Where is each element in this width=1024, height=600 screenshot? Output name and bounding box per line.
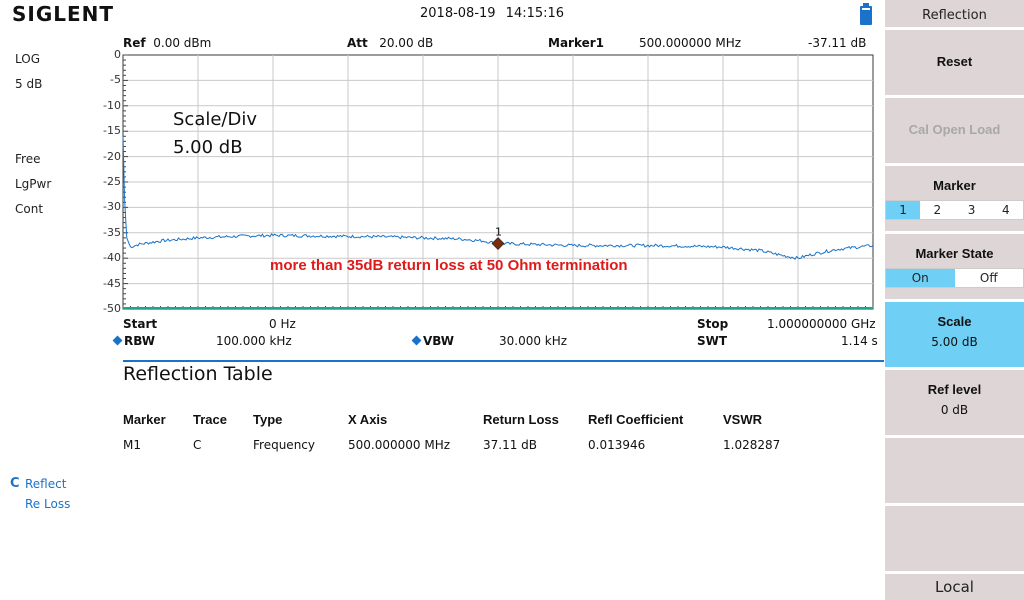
marker-option-1[interactable]: 1: [886, 201, 921, 219]
table-cell-trace: C: [193, 438, 202, 452]
cal-open-load-label: Cal Open Load: [908, 122, 1001, 137]
y-tick-label: 0: [114, 48, 121, 61]
table-cell-type: Frequency: [253, 438, 315, 452]
swt-value: 1.14 s: [841, 334, 878, 348]
ref-label: Ref: [123, 36, 146, 50]
scale-softkey[interactable]: Scale 5.00 dB: [885, 302, 1024, 369]
softkey-panel: Reflection Reset Cal Open Load Marker 1 …: [885, 0, 1024, 600]
vbw-value: 30.000 kHz: [499, 334, 568, 348]
cal-open-load-button[interactable]: Cal Open Load: [885, 98, 1024, 165]
detector-label: LgPwr: [15, 177, 52, 191]
marker-1-number: 1: [495, 226, 502, 239]
marker-state-off[interactable]: Off: [955, 269, 1024, 287]
date-time: 2018-08-19 14:15:16: [420, 6, 565, 21]
scale-softkey-label: Scale: [937, 314, 972, 329]
marker-state-toggle[interactable]: On Off: [885, 268, 1024, 288]
swt-label: SWT: [697, 334, 728, 348]
sweep-mode-label: Cont: [15, 202, 44, 216]
start-label: Start: [123, 317, 158, 331]
reset-label: Reset: [936, 54, 973, 69]
vbw-label[interactable]: VBW: [411, 334, 454, 348]
ref-info: Ref 0.00 dBm: [123, 36, 211, 50]
ref-level-label: Ref level: [927, 382, 982, 397]
marker-selector[interactable]: 1 2 3 4: [885, 200, 1024, 220]
local-button[interactable]: Local: [885, 574, 1024, 600]
siglent-logo: SIGLENT: [12, 2, 115, 26]
section-divider: [123, 360, 884, 362]
att-value: 20.00 dB: [379, 36, 434, 50]
ref-level-value: 0 dB: [940, 403, 969, 417]
table-cell-xaxis: 500.000000 MHz: [348, 438, 451, 452]
scale-softkey-value: 5.00 dB: [931, 335, 978, 349]
stop-label: Stop: [697, 317, 729, 331]
trace-mode-reloss[interactable]: Re Loss: [25, 497, 70, 511]
start-value: 0 Hz: [269, 317, 296, 331]
y-tick-label: -40: [103, 251, 121, 265]
att-label: Att: [347, 36, 368, 50]
col-header-vswr: VSWR: [723, 412, 762, 427]
reset-button[interactable]: Reset: [885, 30, 1024, 97]
y-tick-label: -20: [103, 149, 121, 163]
annotation-text: more than 35dB return loss at 50 Ohm ter…: [270, 257, 628, 274]
col-header-refl-coefficient: Refl Coefficient: [588, 412, 684, 427]
marker-state-label: Marker State: [915, 246, 994, 261]
y-tick-label: -15: [103, 124, 121, 138]
y-tick-label: -10: [103, 98, 121, 112]
marker-amplitude: -37.11 dB: [808, 36, 867, 50]
trace-mode-reflect[interactable]: Reflect: [25, 477, 66, 491]
marker-option-3[interactable]: 3: [955, 201, 989, 219]
marker-option-4[interactable]: 4: [989, 201, 1023, 219]
ref-value: 0.00 dBm: [153, 36, 212, 50]
y-tick-label: -50: [103, 302, 121, 315]
vbw-diamond-icon: [411, 335, 422, 346]
scale-overlay-value: 5.00 dB: [173, 137, 243, 158]
scale-type-label: LOG: [15, 52, 41, 66]
scale-div-label: 5 dB: [15, 77, 43, 91]
rbw-diamond-icon: [112, 335, 123, 346]
marker-frequency: 500.000000 MHz: [639, 36, 742, 50]
scale-overlay: Scale/Div 5.00 dB: [173, 106, 257, 162]
col-header-return-loss: Return Loss: [483, 412, 559, 427]
y-tick-label: -25: [103, 175, 121, 188]
y-tick-label: -5: [110, 73, 121, 87]
softkey-menu-title: Reflection: [885, 0, 1024, 29]
att-info: Att 20.00 dB: [347, 36, 433, 50]
scale-overlay-title: Scale/Div: [173, 109, 258, 130]
empty-softkey-2[interactable]: [885, 506, 1024, 573]
table-cell-vswr: 1.028287: [723, 438, 781, 452]
free-label: Free: [15, 152, 41, 166]
ref-level-softkey[interactable]: Ref level 0 dB: [885, 370, 1024, 437]
rbw-label[interactable]: RBW: [112, 334, 155, 348]
col-header-type: Type: [253, 412, 283, 427]
marker-state-on[interactable]: On: [886, 269, 955, 287]
y-tick-label: -35: [103, 225, 121, 239]
trace-letter[interactable]: C: [10, 476, 20, 491]
col-header-xaxis: X Axis: [348, 412, 388, 427]
reflection-table-title: Reflection Table: [123, 363, 273, 385]
stop-value: 1.000000000 GHz: [767, 317, 876, 331]
table-cell-refl-coefficient: 0.013946: [588, 438, 646, 452]
marker-softkey-label: Marker: [933, 178, 976, 193]
col-header-trace: Trace: [193, 412, 227, 427]
table-cell-marker: M1: [123, 438, 141, 452]
empty-softkey-1[interactable]: [885, 438, 1024, 505]
marker-label: Marker1: [548, 36, 605, 50]
table-cell-return-loss: 37.11 dB: [483, 438, 538, 452]
y-tick-label: -45: [103, 276, 121, 290]
battery-icon: [860, 3, 872, 25]
marker-option-2[interactable]: 2: [920, 201, 954, 219]
y-tick-label: -30: [103, 200, 121, 214]
col-header-marker: Marker: [123, 412, 166, 427]
rbw-value: 100.000 kHz: [216, 334, 292, 348]
